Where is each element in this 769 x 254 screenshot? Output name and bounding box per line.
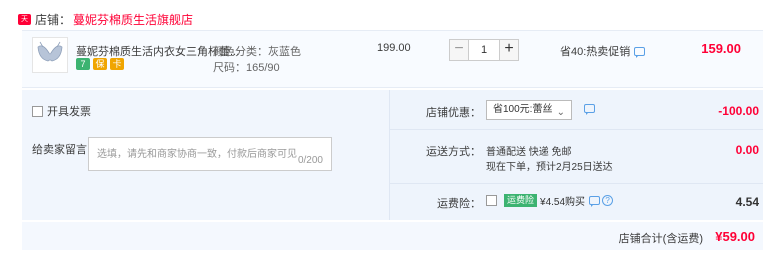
qty-input[interactable]: 1 [469, 39, 499, 61]
shipping-method: 普通配送 快递 免邮 [486, 147, 572, 158]
insurance-price: ¥4.54购买 [540, 197, 586, 208]
invoice-checkbox[interactable] [32, 105, 43, 117]
product-thumbnail[interactable] [32, 37, 68, 73]
chevron-down-icon: ⌄ [556, 107, 565, 118]
shipping-eta: 现在下单，预计2月25日送达 [486, 162, 613, 173]
insurance-label: 运费险： [437, 198, 481, 210]
card-icon: 卡 [110, 58, 124, 70]
shop-header: 天猫 店铺： 蔓妮芬棉质生活旗舰店 [18, 8, 193, 34]
invoice-option[interactable]: 开具发票 [32, 103, 91, 119]
coupon-row: 店铺优惠： 省100元:蕾丝 ⌄ -100.00 [390, 90, 763, 130]
qty-increase-button[interactable]: + [499, 39, 519, 61]
shipping-label: 运送方式： [426, 146, 481, 158]
promo-info: 省40:热卖促销 [560, 43, 646, 59]
coupon-selected-value: 省100元:蕾丝 [493, 104, 553, 115]
left-options-pane: 开具发票 给卖家留言： 选填，请先和商家协商一致，付款后商家可见 0/200 [22, 90, 390, 220]
order-item-row: 蔓妮芬棉质生活内衣女三角杯蕾... 7 保 卡 颜色分类：灰蓝色 尺码：165/… [22, 30, 763, 88]
shop-total-amount: ¥59.00 [715, 229, 755, 244]
seven-day-return-icon: 7 [76, 58, 90, 70]
sku-color: 颜色分类：灰蓝色 [213, 46, 301, 58]
invoice-label: 开具发票 [47, 106, 91, 118]
insurance-option[interactable]: 运费险 ¥4.54购买 ? [486, 193, 614, 208]
insurance-badge: 运费险 [504, 194, 538, 207]
service-icons: 7 保 卡 [76, 58, 124, 70]
coupon-label: 店铺优惠： [426, 107, 481, 119]
message-placeholder: 选填，请先和商家协商一致，付款后商家可见 [97, 149, 297, 160]
bra-product-icon [37, 41, 63, 62]
item-total: 159.00 [701, 41, 741, 56]
shop-total-bar: 店铺合计(含运费) ¥59.00 [22, 222, 763, 250]
shop-total-label: 店铺合计(含运费) [618, 233, 703, 245]
insurance-checkbox[interactable] [486, 195, 497, 206]
chat-icon[interactable] [634, 46, 646, 58]
guarantee-icon: 保 [93, 58, 107, 70]
shipping-row: 运送方式： 普通配送 快递 免邮 现在下单，预计2月25日送达 0.00 [390, 130, 763, 184]
insurance-row: 运费险： 运费险 ¥4.54购买 ? 4.54 [390, 184, 763, 220]
shop-label: 店铺： [35, 12, 72, 27]
chat-icon[interactable] [589, 196, 601, 207]
message-char-count: 0/200 [297, 155, 323, 166]
shipping-amount: 0.00 [735, 143, 759, 157]
help-icon[interactable]: ? [602, 195, 614, 206]
tmall-badge-icon: 天猫 [18, 13, 31, 34]
coupon-select[interactable]: 省100元:蕾丝 ⌄ [486, 100, 572, 120]
insurance-amount: 4.54 [735, 195, 759, 209]
qty-decrease-button[interactable]: − [449, 39, 469, 61]
unit-price: 199.00 [377, 42, 411, 54]
coupon-amount: -100.00 [718, 104, 759, 118]
order-options: 开具发票 给卖家留言： 选填，请先和商家协商一致，付款后商家可见 0/200 店… [22, 90, 763, 220]
sku-size: 尺码：165/90 [213, 62, 280, 74]
message-textarea[interactable]: 选填，请先和商家协商一致，付款后商家可见 0/200 [88, 137, 332, 171]
chat-icon[interactable] [584, 104, 595, 115]
promo-text: 省40:热卖促销 [560, 46, 631, 58]
quantity-stepper: − 1 + [449, 39, 519, 61]
shop-name-link[interactable]: 蔓妮芬棉质生活旗舰店 [73, 11, 193, 28]
